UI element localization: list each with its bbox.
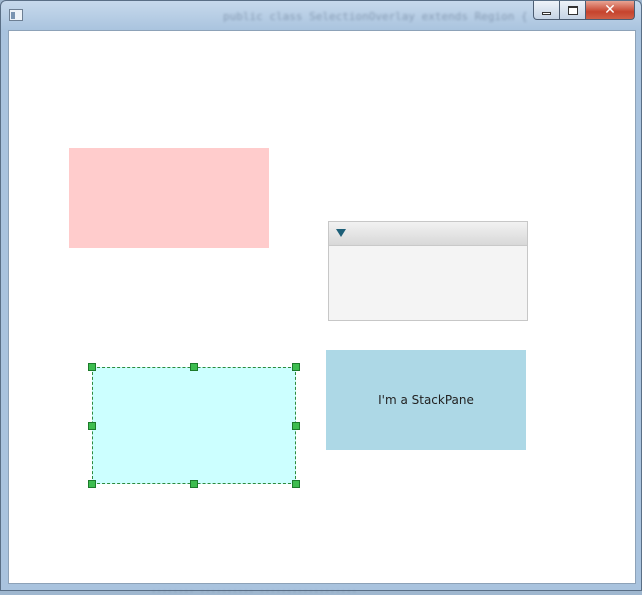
pink-rectangle[interactable] bbox=[69, 148, 269, 248]
resize-handle-nw[interactable] bbox=[88, 363, 96, 371]
app-window: public class SelectionOverlay extends Re… bbox=[0, 0, 642, 595]
close-icon: ✕ bbox=[604, 2, 616, 18]
background-text-bottom: ........ .......... .................. bbox=[151, 585, 357, 595]
minimize-icon bbox=[542, 11, 551, 15]
resize-handle-sw[interactable] bbox=[88, 480, 96, 488]
title-bar[interactable]: public class SelectionOverlay extends Re… bbox=[1, 1, 641, 30]
resize-handle-w[interactable] bbox=[88, 422, 96, 430]
maximize-button[interactable] bbox=[560, 1, 586, 20]
titled-pane[interactable] bbox=[328, 221, 528, 321]
resize-handle-se[interactable] bbox=[292, 480, 300, 488]
stackpane[interactable]: I'm a StackPane bbox=[326, 350, 526, 450]
resize-handle-e[interactable] bbox=[292, 422, 300, 430]
caption-buttons: ✕ bbox=[533, 1, 635, 21]
close-button[interactable]: ✕ bbox=[586, 1, 635, 20]
resize-handle-s[interactable] bbox=[190, 480, 198, 488]
background-text: public class SelectionOverlay extends Re… bbox=[223, 10, 528, 23]
resize-handle-n[interactable] bbox=[190, 363, 198, 371]
maximize-icon bbox=[567, 5, 578, 15]
minimize-button[interactable] bbox=[533, 1, 560, 20]
titled-pane-header[interactable] bbox=[329, 222, 527, 246]
stackpane-label: I'm a StackPane bbox=[378, 393, 474, 407]
triangle-down-icon[interactable] bbox=[336, 229, 346, 237]
scene-canvas: I'm a StackPane bbox=[8, 30, 636, 584]
window-icon[interactable] bbox=[9, 9, 23, 21]
selected-rectangle[interactable] bbox=[88, 363, 300, 488]
resize-handle-ne[interactable] bbox=[292, 363, 300, 371]
